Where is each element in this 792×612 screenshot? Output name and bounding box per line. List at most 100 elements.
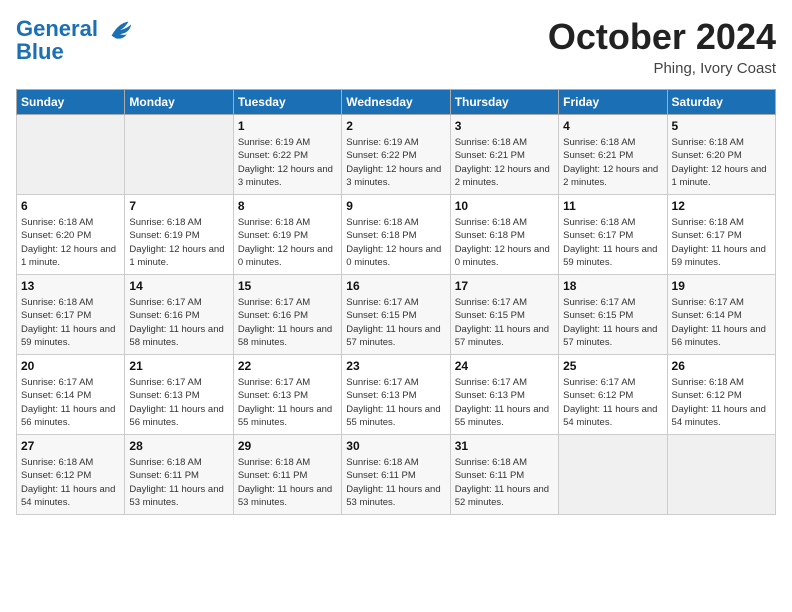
day-number: 28 [129,439,228,453]
day-info: Sunrise: 6:17 AM Sunset: 6:13 PM Dayligh… [129,376,228,429]
calendar-cell: 20 Sunrise: 6:17 AM Sunset: 6:14 PM Dayli… [17,355,125,435]
day-number: 14 [129,279,228,293]
day-number: 29 [238,439,337,453]
month-title: October 2024 [548,16,776,58]
day-number: 30 [346,439,445,453]
calendar-cell: 16Sunrise: 6:17 AM Sunset: 6:15 PM Dayli… [342,275,450,355]
day-number: 10 [455,199,554,213]
day-info: Sunrise: 6:17 AM Sunset: 6:13 PM Dayligh… [238,376,337,429]
day-number: 11 [563,199,662,213]
day-number: 24 [455,359,554,373]
day-info: Sunrise: 6:17 AM Sunset: 6:15 PM Dayligh… [563,296,662,349]
day-info: Sunrise: 6:18 AM Sunset: 6:19 PM Dayligh… [129,216,228,269]
calendar-cell: 22 Sunrise: 6:17 AM Sunset: 6:13 PM Dayli… [233,355,341,435]
day-number: 23 [346,359,445,373]
day-info: Sunrise: 6:17 AM Sunset: 6:16 PM Dayligh… [238,296,337,349]
day-info: Sunrise: 6:17 AM Sunset: 6:14 PM Dayligh… [672,296,771,349]
calendar-cell: 27 Sunrise: 6:18 AM Sunset: 6:12 PM Dayli… [17,435,125,515]
day-number: 18 [563,279,662,293]
day-info: Sunrise: 6:17 AM Sunset: 6:13 PM Dayligh… [455,376,554,429]
day-number: 26 [672,359,771,373]
calendar-cell: 26Sunrise: 6:18 AM Sunset: 6:12 PM Dayli… [667,355,775,435]
calendar-cell: 31Sunrise: 6:18 AM Sunset: 6:11 PM Dayli… [450,435,558,515]
calendar-cell: 12 Sunrise: 6:18 AM Sunset: 6:17 PM Dayli… [667,195,775,275]
day-number: 3 [455,119,554,133]
calendar-cell: 8 Sunrise: 6:18 AM Sunset: 6:19 PM Daylig… [233,195,341,275]
day-info: Sunrise: 6:18 AM Sunset: 6:20 PM Dayligh… [672,136,771,189]
calendar-cell: 5 Sunrise: 6:18 AM Sunset: 6:20 PM Daylig… [667,115,775,195]
day-number: 27 [21,439,120,453]
day-info: Sunrise: 6:18 AM Sunset: 6:11 PM Dayligh… [346,456,445,509]
logo: General Blue [16,16,134,64]
day-number: 19 [672,279,771,293]
calendar-cell: 28 Sunrise: 6:18 AM Sunset: 6:11 PM Dayli… [125,435,233,515]
day-number: 20 [21,359,120,373]
day-info: Sunrise: 6:18 AM Sunset: 6:18 PM Dayligh… [346,216,445,269]
title-block: October 2024 Phing, Ivory Coast [548,16,776,77]
day-number: 21 [129,359,228,373]
calendar-cell: 14 Sunrise: 6:17 AM Sunset: 6:16 PM Dayli… [125,275,233,355]
calendar-cell: 17 Sunrise: 6:17 AM Sunset: 6:15 PM Dayli… [450,275,558,355]
weekday-header-friday: Friday [559,90,667,115]
calendar-cell: 29 Sunrise: 6:18 AM Sunset: 6:11 PM Dayli… [233,435,341,515]
day-info: Sunrise: 6:18 AM Sunset: 6:20 PM Dayligh… [21,216,120,269]
calendar-cell: 18 Sunrise: 6:17 AM Sunset: 6:15 PM Dayli… [559,275,667,355]
day-number: 13 [21,279,120,293]
calendar-cell: 30 Sunrise: 6:18 AM Sunset: 6:11 PM Dayli… [342,435,450,515]
day-info: Sunrise: 6:18 AM Sunset: 6:21 PM Dayligh… [563,136,662,189]
calendar-cell [559,435,667,515]
calendar-cell [667,435,775,515]
day-info: Sunrise: 6:18 AM Sunset: 6:12 PM Dayligh… [21,456,120,509]
day-number: 1 [238,119,337,133]
day-number: 16 [346,279,445,293]
day-info: Sunrise: 6:17 AM Sunset: 6:12 PM Dayligh… [563,376,662,429]
day-info: Sunrise: 6:17 AM Sunset: 6:16 PM Dayligh… [129,296,228,349]
day-info: Sunrise: 6:17 AM Sunset: 6:15 PM Dayligh… [455,296,554,349]
day-info: Sunrise: 6:18 AM Sunset: 6:11 PM Dayligh… [238,456,337,509]
day-number: 12 [672,199,771,213]
day-info: Sunrise: 6:19 AM Sunset: 6:22 PM Dayligh… [238,136,337,189]
weekday-header-sunday: Sunday [17,90,125,115]
day-info: Sunrise: 6:17 AM Sunset: 6:14 PM Dayligh… [21,376,120,429]
calendar-cell: 4 Sunrise: 6:18 AM Sunset: 6:21 PM Daylig… [559,115,667,195]
calendar-cell: 15Sunrise: 6:17 AM Sunset: 6:16 PM Dayli… [233,275,341,355]
day-info: Sunrise: 6:18 AM Sunset: 6:17 PM Dayligh… [672,216,771,269]
day-number: 4 [563,119,662,133]
day-info: Sunrise: 6:18 AM Sunset: 6:21 PM Dayligh… [455,136,554,189]
calendar-cell: 3 Sunrise: 6:18 AM Sunset: 6:21 PM Daylig… [450,115,558,195]
day-number: 9 [346,199,445,213]
day-number: 17 [455,279,554,293]
day-info: Sunrise: 6:18 AM Sunset: 6:11 PM Dayligh… [129,456,228,509]
day-number: 8 [238,199,337,213]
calendar-cell [125,115,233,195]
day-number: 2 [346,119,445,133]
weekday-header-thursday: Thursday [450,90,558,115]
calendar-cell: 23 Sunrise: 6:17 AM Sunset: 6:13 PM Dayli… [342,355,450,435]
weekday-header-monday: Monday [125,90,233,115]
calendar-cell: 7 Sunrise: 6:18 AM Sunset: 6:19 PM Daylig… [125,195,233,275]
calendar-table: SundayMondayTuesdayWednesdayThursdayFrid… [16,89,776,515]
day-number: 7 [129,199,228,213]
calendar-cell: 25 Sunrise: 6:17 AM Sunset: 6:12 PM Dayli… [559,355,667,435]
calendar-cell: 11 Sunrise: 6:18 AM Sunset: 6:17 PM Dayli… [559,195,667,275]
calendar-cell: 19 Sunrise: 6:17 AM Sunset: 6:14 PM Dayli… [667,275,775,355]
calendar-cell: 9 Sunrise: 6:18 AM Sunset: 6:18 PM Daylig… [342,195,450,275]
day-info: Sunrise: 6:18 AM Sunset: 6:17 PM Dayligh… [21,296,120,349]
day-info: Sunrise: 6:18 AM Sunset: 6:17 PM Dayligh… [563,216,662,269]
day-info: Sunrise: 6:18 AM Sunset: 6:11 PM Dayligh… [455,456,554,509]
weekday-header-tuesday: Tuesday [233,90,341,115]
page-header: General Blue October 2024 Phing, Ivory C… [16,16,776,77]
day-number: 22 [238,359,337,373]
calendar-cell: 6 Sunrise: 6:18 AM Sunset: 6:20 PM Daylig… [17,195,125,275]
calendar-cell: 2Sunrise: 6:19 AM Sunset: 6:22 PM Daylig… [342,115,450,195]
calendar-cell: 1 Sunrise: 6:19 AM Sunset: 6:22 PM Daylig… [233,115,341,195]
day-number: 25 [563,359,662,373]
location-title: Phing, Ivory Coast [548,60,776,77]
calendar-cell: 10 Sunrise: 6:18 AM Sunset: 6:18 PM Dayli… [450,195,558,275]
day-info: Sunrise: 6:18 AM Sunset: 6:19 PM Dayligh… [238,216,337,269]
day-info: Sunrise: 6:18 AM Sunset: 6:18 PM Dayligh… [455,216,554,269]
day-number: 5 [672,119,771,133]
day-number: 6 [21,199,120,213]
day-info: Sunrise: 6:17 AM Sunset: 6:13 PM Dayligh… [346,376,445,429]
weekday-header-saturday: Saturday [667,90,775,115]
